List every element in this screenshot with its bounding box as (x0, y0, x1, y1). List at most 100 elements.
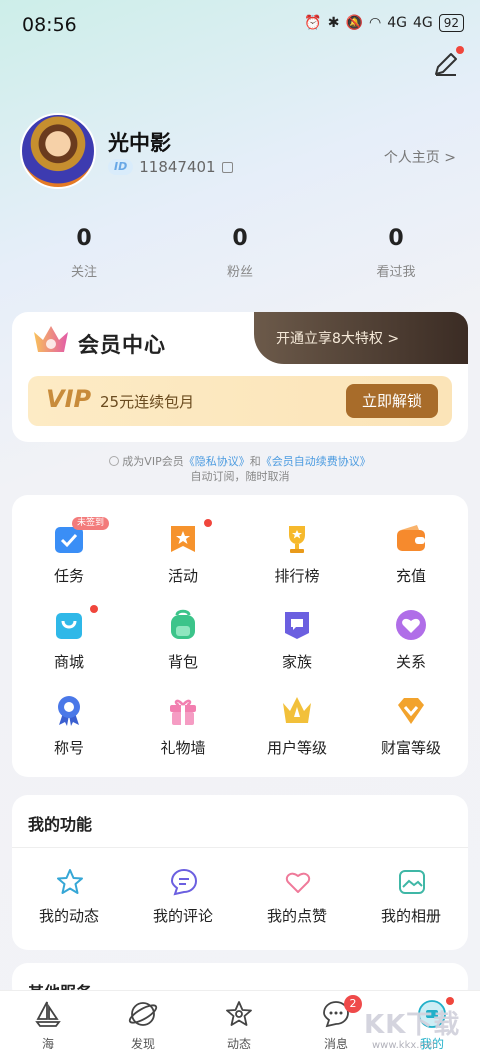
signal-2-label: 4G (412, 15, 433, 31)
vip-description: 25元连续包月 (100, 393, 195, 411)
grid-label: 用户等级 (266, 739, 327, 757)
wifi-icon: ◠ (368, 15, 382, 31)
func-label: 我的动态 (38, 907, 99, 925)
privacy-agreement-link[interactable]: 《隐私协议》 (184, 455, 250, 468)
func-label: 我的点赞 (266, 907, 327, 925)
heart-icon (396, 610, 426, 640)
grid-item-gift-wall[interactable]: 礼物墙 (128, 689, 238, 769)
avatar[interactable] (20, 113, 96, 189)
tab-label: 海 (41, 1037, 54, 1051)
watermark: KK下载 www.kkx.net (360, 1000, 480, 1058)
notification-dot (204, 519, 212, 527)
stat-following[interactable]: 0 关注 (24, 226, 144, 280)
grid-label: 礼物墙 (160, 739, 206, 757)
vip-title: 会员中心 (78, 333, 166, 357)
star-flag-icon (171, 526, 195, 552)
star-outline-icon (57, 869, 83, 894)
wallet-icon (397, 525, 425, 551)
watermark-url: www.kkx.net (372, 1040, 436, 1051)
copy-icon[interactable] (221, 161, 233, 173)
battery-indicator: 92 (438, 14, 464, 32)
divider (12, 847, 468, 848)
vip-banner-text: 开通立享8大特权 > (276, 331, 400, 347)
shopping-bag-icon (56, 613, 82, 639)
auto-renew-agreement-link[interactable]: 《会员自动续费协议》 (261, 455, 371, 468)
grid-label: 排行榜 (274, 567, 320, 585)
agreement-line2: 自动订阅，随时取消 (190, 470, 290, 483)
func-my-album[interactable]: 我的相册 (356, 863, 466, 933)
func-my-comments[interactable]: 我的评论 (128, 863, 238, 933)
feature-grid: 未签到 任务 活动 排行榜 充值 商城 背包 家族 关系 称号 礼物墙 用户等级… (12, 495, 468, 777)
agreement-text: 成为VIP会员《隐私协议》和《会员自动续费协议》 自动订阅，随时取消 (0, 454, 480, 484)
stat-label: 看过我 (376, 265, 416, 280)
user-id-row: ID 11847401 (108, 158, 233, 176)
backpack-icon (171, 609, 195, 639)
comment-icon (170, 868, 198, 896)
agreement-and: 和 (249, 455, 261, 468)
unlock-button[interactable]: 立即解锁 (346, 384, 438, 418)
func-my-likes[interactable]: 我的点赞 (242, 863, 352, 933)
grid-item-activity[interactable]: 活动 (128, 517, 238, 597)
grid-item-leaderboard[interactable]: 排行榜 (242, 517, 352, 597)
vip-header: 会员中心 开通立享8大特权 > (12, 312, 468, 367)
tab-label: 动态 (226, 1037, 251, 1051)
notification-dot (90, 605, 98, 613)
stat-value: 0 (76, 226, 92, 251)
grid-item-task[interactable]: 未签到 任务 (14, 517, 124, 597)
grid-label: 家族 (281, 653, 312, 671)
stat-value: 0 (388, 226, 404, 251)
user-id-number: 11847401 (139, 158, 216, 176)
vip-center-card: 会员中心 开通立享8大特权 > VIP 25元连续包月 立即解锁 (12, 312, 468, 442)
bluetooth-icon: ✱ (327, 15, 340, 31)
homepage-link[interactable]: 个人主页 > (384, 147, 456, 167)
grid-label: 任务 (53, 567, 84, 585)
gift-icon (170, 699, 196, 725)
edit-profile-button[interactable] (430, 46, 464, 80)
signal-1-label: 4G (387, 15, 407, 31)
tab-discover[interactable]: 发现 (103, 997, 183, 1055)
agree-radio[interactable] (109, 456, 120, 466)
grid-label: 背包 (167, 653, 198, 671)
func-label: 我的评论 (152, 907, 213, 925)
grid-label: 活动 (167, 567, 198, 585)
notification-dot (456, 46, 464, 54)
id-tag: ID (108, 159, 134, 175)
grid-item-title[interactable]: 称号 (14, 689, 124, 769)
grid-item-backpack[interactable]: 背包 (128, 603, 238, 683)
stat-visitors[interactable]: 0 看过我 (336, 226, 456, 280)
unsigned-tag: 未签到 (72, 517, 110, 530)
vip-logo: VIP (46, 385, 92, 413)
watermark-text: KK下载 (364, 1010, 461, 1040)
stat-label: 关注 (70, 265, 97, 280)
alarm-icon: ⏰ (304, 15, 322, 31)
grid-item-user-level[interactable]: 用户等级 (242, 689, 352, 769)
stat-fans[interactable]: 0 粉丝 (180, 226, 300, 280)
status-bar: 08:56 ⏰ ✱ 🔕 ◠ 4G 4G 92 (0, 0, 480, 50)
grid-item-recharge[interactable]: 充值 (356, 517, 466, 597)
grid-label: 财富等级 (380, 739, 441, 757)
tab-feed[interactable]: 动态 (199, 997, 279, 1055)
vip-privilege-banner[interactable]: 开通立享8大特权 > (254, 312, 468, 364)
medal-icon (58, 696, 80, 726)
func-label: 我的相册 (380, 907, 441, 925)
photo-album-icon (399, 870, 425, 894)
grid-label: 关系 (395, 653, 426, 671)
sailboat-icon (35, 1001, 61, 1027)
my-functions-card: 我的功能 我的动态 我的评论 我的点赞 我的相册 (12, 795, 468, 950)
status-time: 08:56 (22, 14, 77, 36)
planet-icon (128, 1002, 158, 1026)
stat-label: 粉丝 (226, 265, 253, 280)
func-my-posts[interactable]: 我的动态 (14, 863, 124, 933)
grid-item-relationship[interactable]: 关系 (356, 603, 466, 683)
grid-item-wealth-level[interactable]: 财富等级 (356, 689, 466, 769)
grid-item-mall[interactable]: 商城 (14, 603, 124, 683)
crown-icon (283, 697, 311, 723)
grid-item-family[interactable]: 家族 (242, 603, 352, 683)
profile-header: 光中影 ID 11847401 个人主页 > (20, 113, 460, 193)
grid-label: 充值 (395, 567, 426, 585)
grid-label: 商城 (53, 653, 84, 671)
stat-value: 0 (232, 226, 248, 251)
tab-sea[interactable]: 海 (8, 997, 88, 1055)
username: 光中影 (108, 131, 171, 155)
star-outline-icon (226, 1001, 252, 1026)
